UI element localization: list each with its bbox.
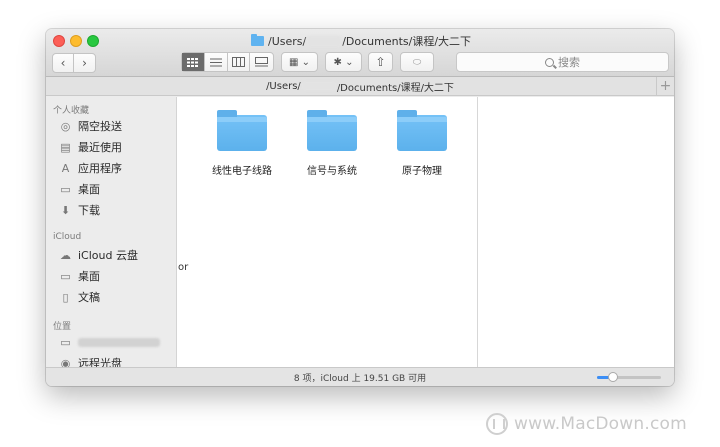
screenshot: /Users/ /Documents/课程/大二下 ‹ › ▦ ⌄ ✱ ⌄ ⇧ … bbox=[0, 0, 720, 447]
chevron-left-icon: ‹ bbox=[60, 56, 66, 70]
window-title: /Users/ /Documents/课程/大二下 bbox=[251, 33, 471, 49]
finder-window: /Users/ /Documents/课程/大二下 ‹ › ▦ ⌄ ✱ ⌄ ⇧ … bbox=[46, 29, 674, 386]
back-forward-control: ‹ › bbox=[52, 53, 96, 73]
title-suffix: /Documents/课程/大二下 bbox=[342, 35, 472, 48]
applications-icon: A bbox=[61, 161, 70, 175]
sidebar-header-icloud: iCloud bbox=[53, 232, 82, 242]
redacted-computer-name bbox=[78, 337, 160, 347]
close-button[interactable] bbox=[53, 35, 65, 47]
columns-icon bbox=[231, 57, 245, 67]
folder-item[interactable]: 线性电子线路 bbox=[202, 109, 282, 177]
sidebar-item-airdrop[interactable]: ◎ 隔空投送 bbox=[59, 116, 122, 136]
column-view-button[interactable] bbox=[228, 53, 251, 71]
back-button[interactable]: ‹ bbox=[53, 54, 75, 72]
path-prefix: /Users/ bbox=[266, 80, 301, 92]
tag-icon: ⬭ bbox=[412, 56, 422, 68]
list-view-button[interactable] bbox=[205, 53, 228, 71]
sidebar-header-locations: 位置 bbox=[53, 322, 72, 332]
icon-view-button[interactable] bbox=[182, 53, 205, 71]
recents-icon: ▤ bbox=[60, 140, 71, 154]
sidebar: 个人收藏 ◎ 隔空投送 ▤ 最近使用 A 应用程序 ▭ 桌面 ⬇ 下载 iClo… bbox=[46, 97, 177, 367]
sidebar-item-icloud-desktop[interactable]: ▭ 桌面 bbox=[59, 266, 100, 286]
action-button[interactable]: ✱ ⌄ bbox=[325, 52, 362, 72]
sidebar-item-recents[interactable]: ▤ 最近使用 bbox=[59, 137, 122, 157]
status-text: 8 项，iCloud 上 19.51 GB 可用 bbox=[293, 373, 427, 384]
airdrop-icon: ◎ bbox=[60, 119, 71, 133]
sidebar-item-label: 最近使用 bbox=[78, 141, 122, 154]
folder-name: 原子物理 bbox=[402, 166, 442, 177]
preview-pane bbox=[477, 97, 674, 367]
tags-button[interactable]: ⬭ bbox=[400, 52, 434, 72]
share-icon: ⇧ bbox=[375, 55, 386, 69]
chevron-right-icon: › bbox=[82, 56, 87, 70]
documents-icon: ▯ bbox=[62, 290, 69, 304]
new-tab-button[interactable]: + bbox=[656, 77, 674, 95]
file-area: 线性电子线路 信号与系统 原子物理 or bbox=[177, 97, 477, 367]
gear-icon: ✱ ⌄ bbox=[333, 56, 354, 68]
slider-knob[interactable] bbox=[608, 372, 618, 382]
search-field[interactable]: 搜索 bbox=[456, 52, 669, 72]
sidebar-item-label: 桌面 bbox=[78, 183, 100, 196]
folder-name: 信号与系统 bbox=[307, 166, 357, 177]
folder-item[interactable]: 信号与系统 bbox=[292, 109, 372, 177]
desktop-icon: ▭ bbox=[60, 269, 71, 283]
sidebar-item-icloud-drive[interactable]: ☁ iCloud 云盘 bbox=[59, 245, 138, 265]
title-bar: /Users/ /Documents/课程/大二下 ‹ › ▦ ⌄ ✱ ⌄ ⇧ … bbox=[46, 29, 674, 77]
folder-item[interactable]: 原子物理 bbox=[382, 109, 462, 177]
sidebar-item-label: 下载 bbox=[78, 204, 100, 217]
path-suffix: /Documents/课程/大二下 bbox=[336, 82, 454, 94]
folder-icon bbox=[217, 110, 267, 151]
sidebar-item-label: 应用程序 bbox=[78, 162, 122, 175]
watermark-text: www.MacDown.com bbox=[514, 414, 687, 434]
grid-icon bbox=[187, 57, 199, 67]
sidebar-item-computer[interactable]: ▭ bbox=[59, 332, 160, 352]
icon-size-slider[interactable] bbox=[597, 372, 661, 382]
sidebar-item-documents[interactable]: ▯ 文稿 bbox=[59, 287, 100, 307]
computer-icon: ▭ bbox=[60, 335, 71, 349]
path-bar: /Users/ /Documents/课程/大二下 + bbox=[46, 77, 674, 96]
gallery-icon bbox=[255, 57, 269, 67]
sidebar-item-remote-disc[interactable]: ◉ 远程光盘 bbox=[59, 353, 122, 368]
sidebar-item-label: 文稿 bbox=[78, 291, 100, 304]
plus-icon: + bbox=[659, 78, 672, 94]
sidebar-item-downloads[interactable]: ⬇ 下载 bbox=[59, 200, 100, 220]
sidebar-header-favorites: 个人收藏 bbox=[53, 106, 90, 116]
redacted-username bbox=[306, 35, 343, 47]
search-icon bbox=[545, 57, 554, 67]
share-button[interactable]: ⇧ bbox=[368, 52, 393, 72]
sidebar-item-applications[interactable]: A 应用程序 bbox=[59, 158, 122, 178]
folder-name: 线性电子线路 bbox=[212, 166, 272, 177]
gallery-view-button[interactable] bbox=[250, 53, 273, 71]
sidebar-item-label: 远程光盘 bbox=[78, 357, 122, 367]
forward-button[interactable]: › bbox=[74, 54, 95, 72]
zoom-button[interactable] bbox=[87, 35, 99, 47]
redacted-username bbox=[300, 81, 337, 91]
sidebar-item-label: 隔空投送 bbox=[78, 120, 122, 133]
sidebar-item-label: iCloud 云盘 bbox=[78, 249, 138, 262]
desktop-icon: ▭ bbox=[60, 182, 71, 196]
title-prefix: /Users/ bbox=[268, 34, 307, 48]
folder-icon bbox=[307, 110, 357, 151]
sidebar-item-label: 桌面 bbox=[78, 270, 100, 283]
search-placeholder: 搜索 bbox=[558, 56, 580, 69]
folder-icon bbox=[397, 110, 447, 151]
arrange-button[interactable]: ▦ ⌄ bbox=[281, 52, 318, 72]
status-bar: 8 项，iCloud 上 19.51 GB 可用 bbox=[46, 367, 674, 386]
watermark: www.MacDown.com bbox=[486, 413, 687, 435]
arrange-icon: ▦ ⌄ bbox=[288, 56, 310, 68]
sidebar-item-desktop[interactable]: ▭ 桌面 bbox=[59, 179, 100, 199]
minimize-button[interactable] bbox=[70, 35, 82, 47]
cloud-icon: ☁ bbox=[60, 248, 71, 262]
folder-icon bbox=[251, 34, 264, 46]
disc-icon: ◉ bbox=[60, 356, 71, 368]
macdown-logo-icon bbox=[486, 413, 508, 435]
stray-text: or bbox=[178, 262, 189, 273]
view-mode-control bbox=[181, 52, 274, 72]
downloads-icon: ⬇ bbox=[60, 203, 71, 217]
list-icon bbox=[209, 58, 222, 66]
